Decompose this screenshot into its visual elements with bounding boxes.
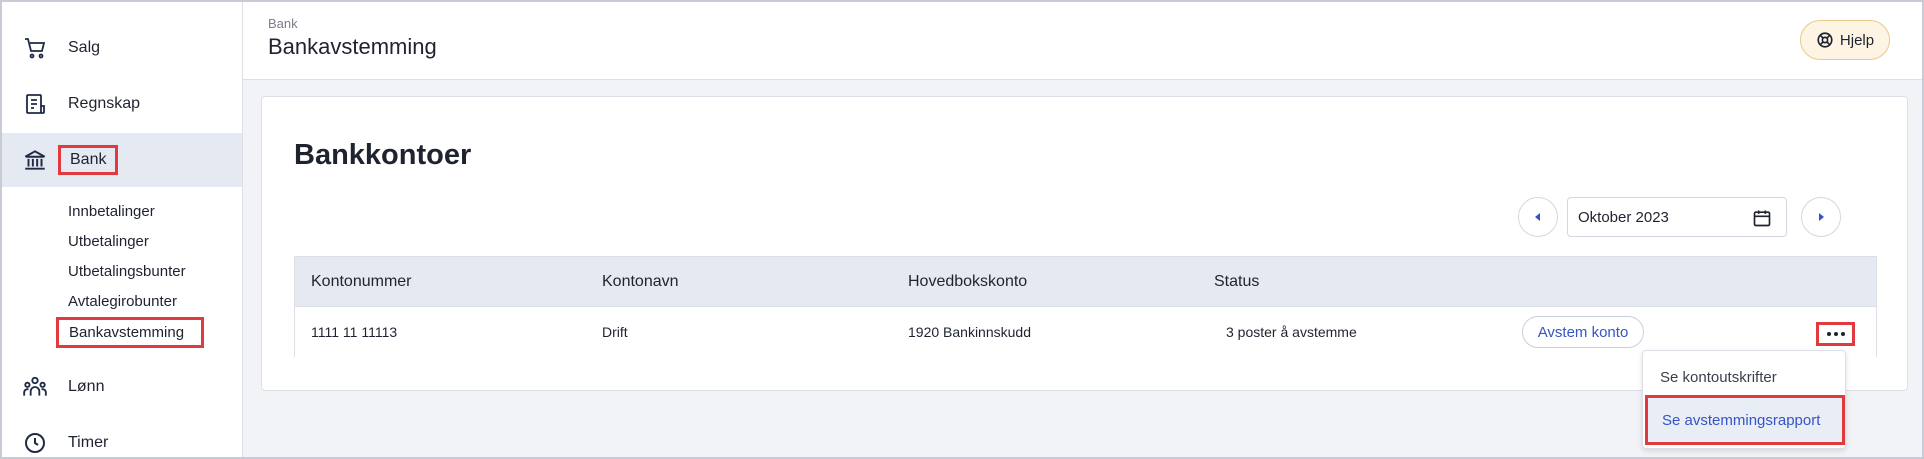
row-actions-menu: Se kontoutskrifter Se avstemmingsrapport	[1642, 350, 1846, 449]
help-button[interactable]: Hjelp	[1800, 20, 1890, 60]
sidebar-item-lonn[interactable]: Lønn	[2, 360, 242, 414]
card-title: Bankkontoer	[294, 139, 472, 171]
clock-icon	[22, 430, 48, 456]
bank-accounts-table: Kontonummer Kontonavn Hovedbokskonto Sta…	[294, 256, 1877, 357]
column-header-kontonummer: Kontonummer	[311, 273, 412, 290]
table-row: 1111 11 11113 Drift 1920 Bankinnskudd 3 …	[295, 307, 1876, 357]
bank-icon	[22, 147, 48, 173]
sidebar-subitem-utbetalinger[interactable]: Utbetalinger	[68, 233, 149, 250]
period-picker[interactable]: Oktober 2023	[1567, 197, 1787, 237]
sidebar-subitem-bankavstemming[interactable]: Bankavstemming	[56, 317, 204, 348]
sidebar-item-label: Regnskap	[68, 95, 141, 112]
column-header-status: Status	[1214, 273, 1260, 290]
caret-right-icon	[1816, 212, 1826, 222]
cell-kontonummer: 1111 11 11113	[311, 324, 398, 340]
sidebar-item-label: Timer	[68, 434, 109, 451]
sidebar: Salg Regnskap Bank Innbetalinger Utbetal…	[2, 2, 243, 457]
sidebar-item-label: Bank	[58, 145, 119, 175]
people-icon	[22, 374, 48, 400]
sidebar-item-regnskap[interactable]: Regnskap	[2, 77, 242, 131]
sidebar-item-bank[interactable]: Bank	[2, 133, 242, 187]
table-header: Kontonummer Kontonavn Hovedbokskonto Sta…	[295, 257, 1876, 307]
sidebar-item-label: Lønn	[68, 378, 105, 395]
sidebar-item-label: Salg	[68, 39, 101, 56]
menu-item-se-kontoutskrifter[interactable]: Se kontoutskrifter	[1643, 355, 1845, 399]
more-dots-icon	[1826, 332, 1831, 336]
menu-item-se-avstemmingsrapport[interactable]: Se avstemmingsrapport	[1645, 395, 1845, 445]
column-header-hovedbokskonto: Hovedbokskonto	[908, 273, 1028, 290]
page-title: Bankavstemming	[268, 34, 437, 59]
bank-accounts-card: Bankkontoer Oktober 2023 Kontonummer Kon…	[261, 96, 1908, 391]
sidebar-item-timer[interactable]: Timer	[2, 416, 242, 457]
period-value: Oktober 2023	[1578, 208, 1669, 226]
page-header: Bank Bankavstemming Hjelp	[243, 2, 1922, 80]
cell-status: 3 poster å avstemme	[1226, 324, 1357, 340]
sidebar-subitem-utbetalingsbunter[interactable]: Utbetalingsbunter	[68, 263, 186, 280]
cart-icon	[22, 35, 48, 61]
app-window: Salg Regnskap Bank Innbetalinger Utbetal…	[0, 0, 1924, 459]
cell-hovedbokskonto: 1920 Bankinnskudd	[908, 324, 1031, 340]
calendar-icon[interactable]	[1752, 208, 1772, 232]
sidebar-subitem-innbetalinger[interactable]: Innbetalinger	[68, 203, 155, 220]
sidebar-item-salg[interactable]: Salg	[2, 21, 242, 75]
previous-period-button[interactable]	[1518, 197, 1558, 237]
help-label: Hjelp	[1839, 31, 1875, 49]
breadcrumb[interactable]: Bank	[268, 16, 298, 31]
more-actions-button[interactable]	[1816, 322, 1855, 346]
next-period-button[interactable]	[1801, 197, 1841, 237]
more-dots-icon	[1833, 332, 1838, 336]
ledger-icon	[22, 91, 48, 117]
cell-kontonavn: Drift	[602, 324, 628, 340]
lifebuoy-icon	[1816, 31, 1834, 49]
caret-left-icon	[1533, 212, 1543, 222]
more-dots-icon	[1840, 332, 1845, 336]
sidebar-subitem-avtalegirobunter[interactable]: Avtalegirobunter	[68, 293, 177, 310]
reconcile-account-button[interactable]: Avstem konto	[1522, 316, 1644, 348]
column-header-kontonavn: Kontonavn	[602, 273, 679, 290]
